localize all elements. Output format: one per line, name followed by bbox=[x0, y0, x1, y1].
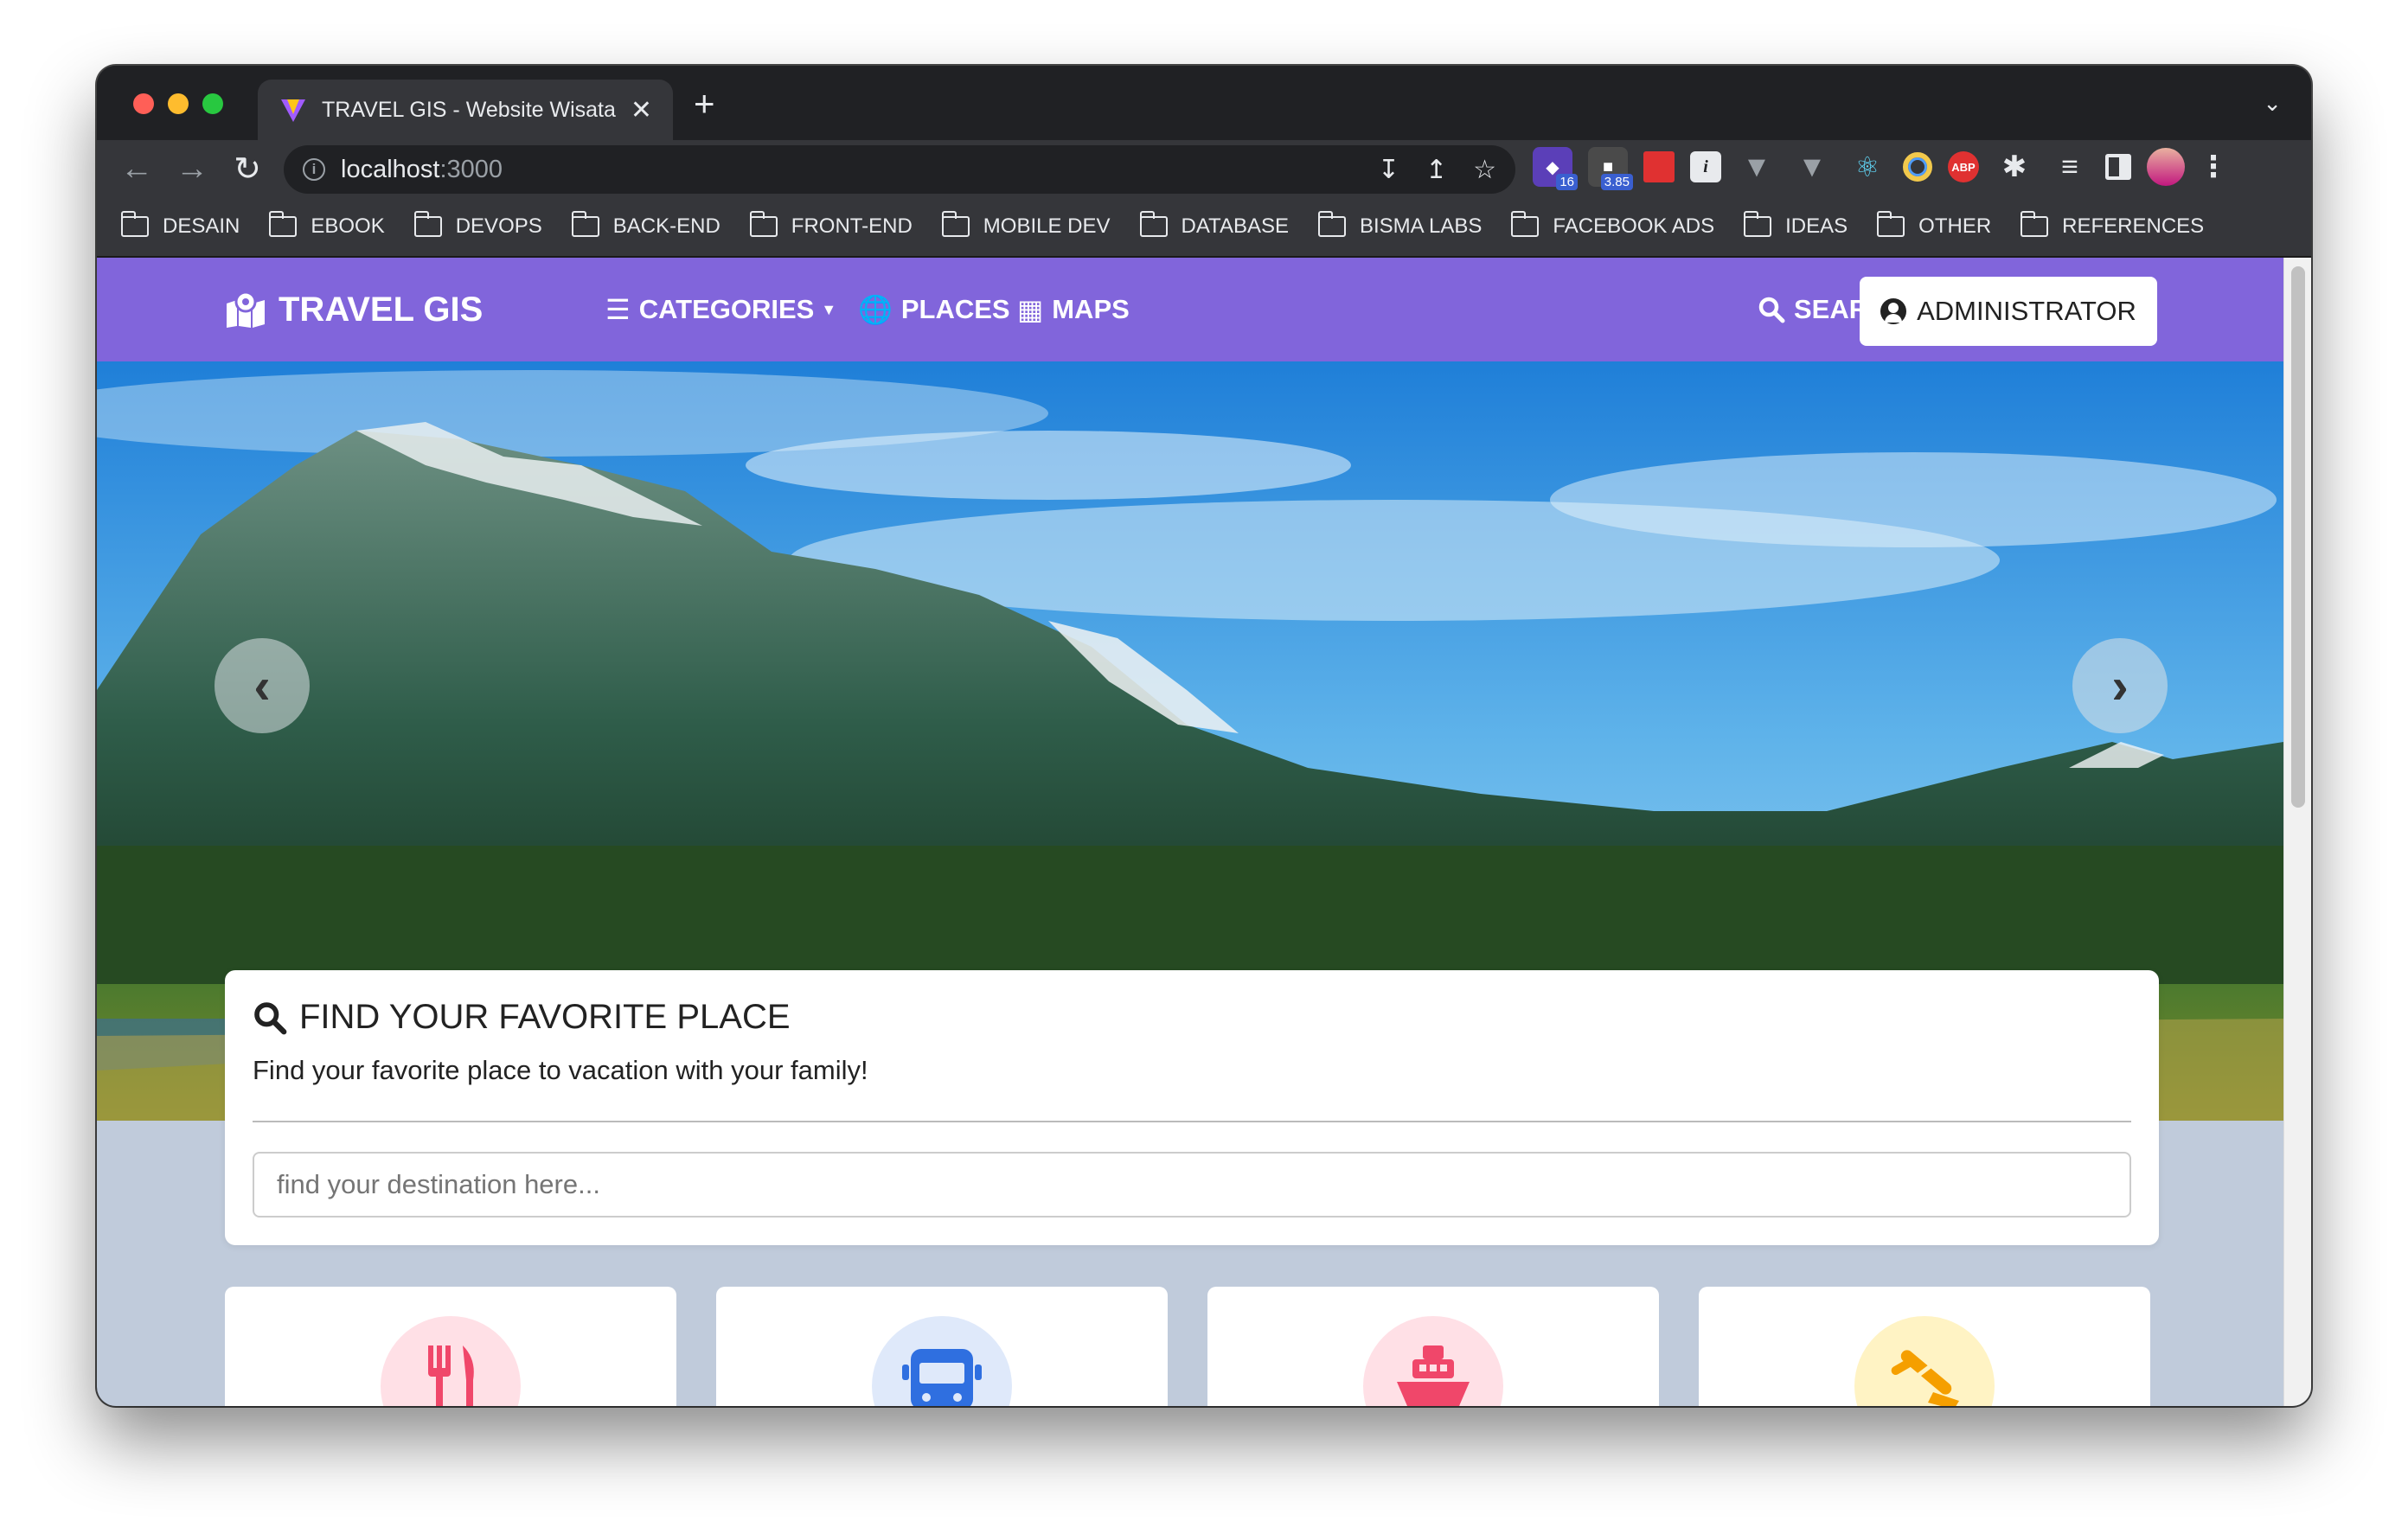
adblock-icon[interactable]: ABP bbox=[1948, 151, 1979, 182]
extension-3-icon[interactable] bbox=[1643, 151, 1675, 182]
tab-title: TRAVEL GIS - Website Wisata I bbox=[322, 97, 618, 122]
administrator-button[interactable]: ADMINISTRATOR bbox=[1860, 277, 2157, 346]
reload-icon[interactable]: ↻ bbox=[220, 150, 275, 189]
folder-icon bbox=[2021, 211, 2049, 237]
back-arrow-icon[interactable]: ← bbox=[109, 150, 164, 188]
page-scrollbar[interactable] bbox=[2283, 258, 2311, 1406]
nav-places-link[interactable]: 🌐 PLACES bbox=[858, 258, 1010, 361]
brand-text: TRAVEL GIS bbox=[279, 290, 484, 329]
bookmark-folder-mobile-dev[interactable]: MOBILE DEV bbox=[941, 211, 1111, 239]
nav-categories-dropdown[interactable]: ☰ CATEGORIES ▼ bbox=[605, 258, 836, 361]
url-port: :3000 bbox=[439, 155, 503, 183]
list-icon: ☰ bbox=[605, 294, 631, 325]
bookmark-folder-front-end[interactable]: FRONT-END bbox=[749, 211, 913, 239]
page-viewport: TRAVEL GIS ☰ CATEGORIES ▼ 🌐 PLACES ▦ MAP… bbox=[97, 258, 2311, 1406]
vue-devtools-2-icon[interactable]: ▼ bbox=[1792, 147, 1832, 187]
site-navbar: TRAVEL GIS ☰ CATEGORIES ▼ 🌐 PLACES ▦ MAP… bbox=[97, 258, 2283, 361]
search-card: FIND YOUR FAVORITE PLACE Find your favor… bbox=[225, 970, 2159, 1245]
chevron-right-icon: › bbox=[2111, 657, 2129, 714]
ship-icon bbox=[1363, 1316, 1503, 1406]
bookmark-folder-other[interactable]: OTHER bbox=[1877, 211, 1991, 239]
info-extension-icon[interactable]: i bbox=[1690, 151, 1721, 182]
tab-strip: TRAVEL GIS - Website Wisata I ✕ + ⌄ bbox=[97, 66, 2311, 140]
category-card-cruise[interactable] bbox=[1207, 1287, 1659, 1406]
folder-icon bbox=[1511, 211, 1540, 237]
react-devtools-icon[interactable]: ⚛ bbox=[1848, 147, 1887, 187]
folder-icon bbox=[1877, 211, 1905, 237]
chevron-left-icon: ‹ bbox=[253, 657, 271, 714]
tab-search-chevron-icon[interactable]: ⌄ bbox=[2263, 90, 2282, 117]
bus-icon bbox=[872, 1316, 1012, 1406]
utensils-icon bbox=[381, 1316, 521, 1406]
forward-arrow-icon[interactable]: → bbox=[164, 150, 220, 188]
search-icon bbox=[1758, 297, 1785, 323]
divider bbox=[253, 1121, 2131, 1122]
bookmark-folder-bisma-labs[interactable]: BISMA LABS bbox=[1317, 211, 1482, 239]
bookmark-folder-facebook-ads[interactable]: FACEBOOK ADS bbox=[1511, 211, 1714, 239]
puzzle-extensions-icon[interactable]: ✱ bbox=[1995, 147, 2034, 187]
browser-menu-icon[interactable]: ⋮ bbox=[2199, 147, 2228, 187]
bookmark-folder-references[interactable]: REFERENCES bbox=[2021, 211, 2204, 239]
bookmark-folder-ebook[interactable]: EBOOK bbox=[269, 211, 385, 239]
search-card-subtitle: Find your favorite place to vacation wit… bbox=[253, 1055, 868, 1085]
bookmark-star-icon[interactable]: ☆ bbox=[1473, 155, 1496, 185]
tab-close-icon[interactable]: ✕ bbox=[631, 95, 652, 125]
extension-2-icon[interactable]: ■ 3.85 bbox=[1588, 147, 1633, 190]
category-card-beach[interactable] bbox=[1699, 1287, 2150, 1406]
maximize-window-button[interactable] bbox=[202, 93, 223, 114]
vite-favicon-icon bbox=[281, 99, 305, 122]
share-icon[interactable]: ↥ bbox=[1425, 155, 1447, 185]
install-icon[interactable]: ↧ bbox=[1378, 155, 1399, 185]
globe-icon: 🌐 bbox=[858, 294, 893, 325]
bookmark-folder-devops[interactable]: DEVOPS bbox=[413, 211, 542, 239]
minimize-window-button[interactable] bbox=[168, 93, 189, 114]
bookmark-folder-desain[interactable]: DESAIN bbox=[121, 211, 240, 239]
folder-icon bbox=[1317, 211, 1346, 237]
new-tab-button[interactable]: + bbox=[694, 86, 715, 122]
map-icon: ▦ bbox=[1017, 294, 1044, 325]
caret-down-icon: ▼ bbox=[821, 300, 837, 318]
side-panel-icon[interactable] bbox=[2105, 154, 2131, 180]
profile-avatar[interactable] bbox=[2147, 148, 2185, 186]
carousel-next-button[interactable]: › bbox=[2072, 638, 2168, 733]
browser-window: TRAVEL GIS - Website Wisata I ✕ + ⌄ ← → … bbox=[97, 66, 2311, 1406]
bookmarks-bar: DESAIN EBOOK DEVOPS BACK-END FRONT-END M… bbox=[97, 197, 2311, 258]
folder-icon bbox=[1744, 211, 1772, 237]
color-picker-icon[interactable] bbox=[1903, 152, 1932, 182]
folder-icon bbox=[121, 211, 149, 237]
close-window-button[interactable] bbox=[133, 93, 154, 114]
extensions-area: ◆ 16 ■ 3.85 i ▼ ▼ ⚛ ABP ✱ ≡ ⋮ bbox=[1533, 147, 2228, 190]
site-info-icon[interactable]: i bbox=[303, 158, 325, 181]
address-bar[interactable]: i localhost:3000 ↧ ↥ ☆ bbox=[284, 145, 1515, 194]
folder-icon bbox=[413, 211, 442, 237]
extension-1-icon[interactable]: ◆ 16 bbox=[1533, 147, 1578, 190]
beach-icon bbox=[1854, 1316, 1995, 1406]
browser-tab[interactable]: TRAVEL GIS - Website Wisata I ✕ bbox=[258, 80, 673, 140]
map-marked-icon bbox=[227, 291, 265, 328]
destination-search-input[interactable] bbox=[253, 1152, 2131, 1218]
carousel-prev-button[interactable]: ‹ bbox=[215, 638, 310, 733]
bookmark-folder-database[interactable]: DATABASE bbox=[1139, 211, 1289, 239]
folder-icon bbox=[571, 211, 599, 237]
folder-icon bbox=[1139, 211, 1168, 237]
reading-list-icon[interactable]: ≡ bbox=[2050, 147, 2090, 187]
bookmark-folder-ideas[interactable]: IDEAS bbox=[1744, 211, 1848, 239]
brand-link[interactable]: TRAVEL GIS bbox=[225, 258, 483, 361]
url-host: localhost bbox=[341, 155, 440, 183]
folder-icon bbox=[749, 211, 778, 237]
search-card-title: FIND YOUR FAVORITE PLACE bbox=[253, 998, 791, 1037]
scrollbar-thumb[interactable] bbox=[2291, 266, 2305, 808]
vue-devtools-icon[interactable]: ▼ bbox=[1737, 147, 1777, 187]
category-card-food[interactable] bbox=[225, 1287, 676, 1406]
folder-icon bbox=[941, 211, 970, 237]
browser-toolbar: ← → ↻ i localhost:3000 ↧ ↥ ☆ ◆ 16 ■ 3.85 i… bbox=[97, 140, 2311, 197]
bookmark-folder-back-end[interactable]: BACK-END bbox=[571, 211, 720, 239]
user-circle-icon bbox=[1880, 298, 1907, 324]
folder-icon bbox=[269, 211, 298, 237]
search-icon bbox=[254, 1001, 287, 1034]
category-card-transport[interactable] bbox=[716, 1287, 1168, 1406]
nav-maps-link[interactable]: ▦ MAPS bbox=[1017, 258, 1130, 361]
